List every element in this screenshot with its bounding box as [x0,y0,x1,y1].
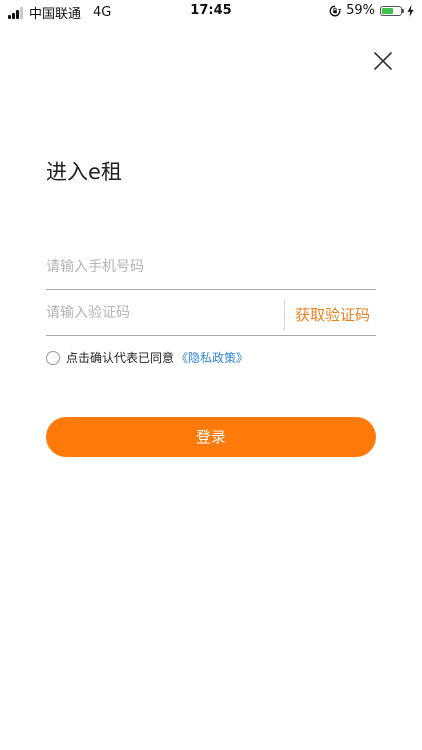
agreement-text: 点击确认代表已同意 [66,351,175,365]
close-icon [372,50,394,72]
battery-level-fill [382,7,393,14]
rotation-lock-icon [329,5,342,17]
page-title: 进入e租 [46,160,122,184]
verification-code-field: 获取验证码 [46,292,376,336]
charging-bolt-icon [407,4,414,17]
phone-field [46,246,376,290]
status-bar: 中国联通 4G 17:45 59% [0,0,422,22]
status-right: 59% [329,3,414,18]
agree-checkbox[interactable] [46,350,60,365]
battery-percent: 59% [346,3,375,18]
get-code-button[interactable]: 获取验证码 [295,304,370,325]
battery-icon [380,5,404,16]
login-button[interactable]: 登录 [46,417,376,457]
field-divider [284,300,285,330]
close-button[interactable] [372,50,394,72]
agreement-row: 点击确认代表已同意 《隐私政策》 [46,349,248,366]
privacy-policy-link[interactable]: 《隐私政策》 [176,349,248,366]
verification-code-input[interactable] [46,300,276,326]
phone-input[interactable] [46,254,276,280]
